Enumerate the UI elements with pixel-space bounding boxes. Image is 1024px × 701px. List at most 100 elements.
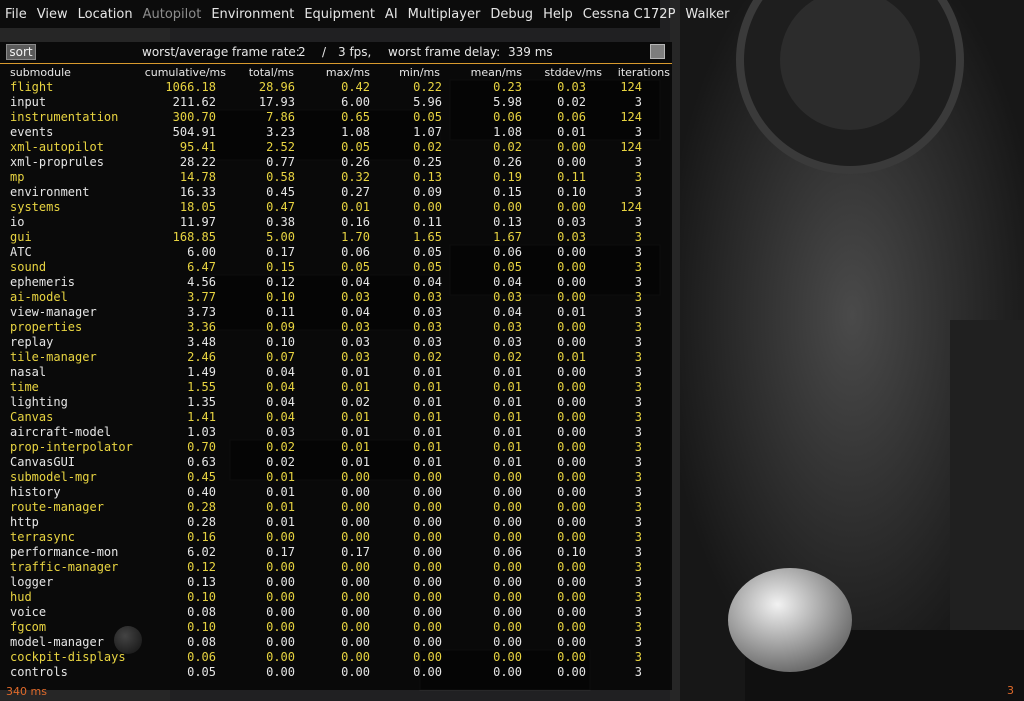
cell-min: 0.05 bbox=[413, 110, 442, 124]
cell-it: 3 bbox=[634, 455, 642, 469]
cell-tot: 0.00 bbox=[266, 635, 295, 649]
cell-mean: 1.67 bbox=[493, 230, 522, 244]
table-row: fgcom 0.10 0.00 0.00 0.00 0.00 0.00 3 bbox=[0, 620, 672, 635]
cell-tot: 0.01 bbox=[266, 515, 295, 529]
cell-cum: 16.33 bbox=[179, 185, 216, 199]
cell-it: 3 bbox=[634, 440, 642, 454]
menu-environment[interactable]: Environment bbox=[206, 7, 299, 22]
cell-it: 3 bbox=[634, 425, 642, 439]
cell-sd: 0.00 bbox=[557, 200, 586, 214]
cell-tot: 0.00 bbox=[266, 590, 295, 604]
menu-walker[interactable]: Walker bbox=[680, 7, 734, 22]
menu-help[interactable]: Help bbox=[538, 7, 578, 22]
cell-mean: 0.00 bbox=[493, 500, 522, 514]
cell-tot: 0.45 bbox=[266, 185, 295, 199]
cell-cum: 6.47 bbox=[187, 260, 216, 274]
cell-mean: 0.00 bbox=[493, 650, 522, 664]
col-min: min/ms bbox=[399, 66, 440, 79]
cell-max: 1.08 bbox=[341, 125, 370, 139]
cell-mean: 0.00 bbox=[493, 515, 522, 529]
cell-tot: 0.11 bbox=[266, 305, 295, 319]
cell-sd: 0.00 bbox=[557, 380, 586, 394]
cell-tot: 2.52 bbox=[266, 140, 295, 154]
table-row: voice 0.08 0.00 0.00 0.00 0.00 0.00 3 bbox=[0, 605, 672, 620]
menu-equipment[interactable]: Equipment bbox=[299, 7, 380, 22]
cell-max: 0.03 bbox=[341, 335, 370, 349]
cell-name: http bbox=[10, 515, 39, 529]
cell-it: 124 bbox=[620, 200, 642, 214]
cell-mean: 0.06 bbox=[493, 545, 522, 559]
cell-name: systems bbox=[10, 200, 61, 214]
cell-sd: 0.02 bbox=[557, 95, 586, 109]
cell-min: 0.00 bbox=[413, 620, 442, 634]
cell-sd: 0.00 bbox=[557, 620, 586, 634]
cell-it: 3 bbox=[634, 230, 642, 244]
cell-name: ATC bbox=[10, 245, 32, 259]
cell-name: history bbox=[10, 485, 61, 499]
table-row: environment 16.33 0.45 0.27 0.09 0.15 0.10 3 bbox=[0, 185, 672, 200]
cell-mean: 0.01 bbox=[493, 440, 522, 454]
cell-mean: 0.00 bbox=[493, 665, 522, 679]
menu-file[interactable]: File bbox=[0, 7, 32, 22]
col-max: max/ms bbox=[325, 66, 370, 79]
cell-name: traffic-manager bbox=[10, 560, 119, 574]
table-row: properties 3.36 0.09 0.03 0.03 0.03 0.00 3 bbox=[0, 320, 672, 335]
menu-multiplayer[interactable]: Multiplayer bbox=[403, 7, 486, 22]
cell-cum: 211.62 bbox=[172, 95, 216, 109]
cell-tot: 0.10 bbox=[266, 290, 295, 304]
cell-sd: 0.01 bbox=[557, 350, 586, 364]
cell-cum: 0.16 bbox=[187, 530, 216, 544]
table-row: model-manager 0.08 0.00 0.00 0.00 0.00 0.00 3 bbox=[0, 635, 672, 650]
cell-name: xml-proprules bbox=[10, 155, 104, 169]
cell-name: hud bbox=[10, 590, 32, 604]
cell-mean: 0.05 bbox=[493, 260, 522, 274]
cell-it: 3 bbox=[634, 185, 642, 199]
cell-name: controls bbox=[10, 665, 68, 679]
menu-location[interactable]: Location bbox=[73, 7, 138, 22]
cell-sd: 0.03 bbox=[557, 80, 586, 94]
table-row: controls 0.05 0.00 0.00 0.00 0.00 0.00 3 bbox=[0, 665, 672, 680]
cell-sd: 0.00 bbox=[557, 605, 586, 619]
sort-button[interactable]: sort bbox=[6, 44, 36, 60]
table-row: lighting 1.35 0.04 0.02 0.01 0.01 0.00 3 bbox=[0, 395, 672, 410]
cell-sd: 0.00 bbox=[557, 530, 586, 544]
cell-max: 0.04 bbox=[341, 305, 370, 319]
cell-max: 0.00 bbox=[341, 635, 370, 649]
cell-cum: 1.03 bbox=[187, 425, 216, 439]
cell-tot: 0.12 bbox=[266, 275, 295, 289]
close-icon[interactable] bbox=[650, 44, 665, 59]
cell-min: 0.01 bbox=[413, 455, 442, 469]
cell-cum: 1.41 bbox=[187, 410, 216, 424]
cell-max: 0.00 bbox=[341, 590, 370, 604]
cell-cum: 0.70 bbox=[187, 440, 216, 454]
table-row: ephemeris 4.56 0.12 0.04 0.04 0.04 0.00 3 bbox=[0, 275, 672, 290]
cell-cum: 2.46 bbox=[187, 350, 216, 364]
cell-it: 3 bbox=[634, 410, 642, 424]
cell-sd: 0.00 bbox=[557, 590, 586, 604]
menu-aircraft[interactable]: Cessna C172P bbox=[578, 7, 681, 22]
frame-delay-value: 339 ms bbox=[508, 45, 553, 59]
menu-ai[interactable]: AI bbox=[380, 7, 403, 22]
menu-debug[interactable]: Debug bbox=[485, 7, 538, 22]
cell-mean: 0.19 bbox=[493, 170, 522, 184]
cell-cum: 504.91 bbox=[172, 125, 216, 139]
table-row: traffic-manager 0.12 0.00 0.00 0.00 0.00 0.00 3 bbox=[0, 560, 672, 575]
cell-min: 0.00 bbox=[413, 605, 442, 619]
cell-min: 0.02 bbox=[413, 140, 442, 154]
cell-cum: 0.45 bbox=[187, 470, 216, 484]
cell-tot: 0.09 bbox=[266, 320, 295, 334]
cell-tot: 0.01 bbox=[266, 485, 295, 499]
cell-tot: 0.02 bbox=[266, 455, 295, 469]
cell-tot: 0.04 bbox=[266, 365, 295, 379]
cell-name: ephemeris bbox=[10, 275, 76, 289]
cell-it: 3 bbox=[634, 290, 642, 304]
cell-name: events bbox=[10, 125, 54, 139]
cell-min: 0.00 bbox=[413, 575, 442, 589]
cell-tot: 0.00 bbox=[266, 605, 295, 619]
cell-name: lighting bbox=[10, 395, 68, 409]
cell-mean: 0.06 bbox=[493, 110, 522, 124]
col-mean: mean/ms bbox=[470, 66, 522, 79]
cell-min: 0.01 bbox=[413, 365, 442, 379]
cell-tot: 0.04 bbox=[266, 395, 295, 409]
menu-view[interactable]: View bbox=[32, 7, 73, 22]
